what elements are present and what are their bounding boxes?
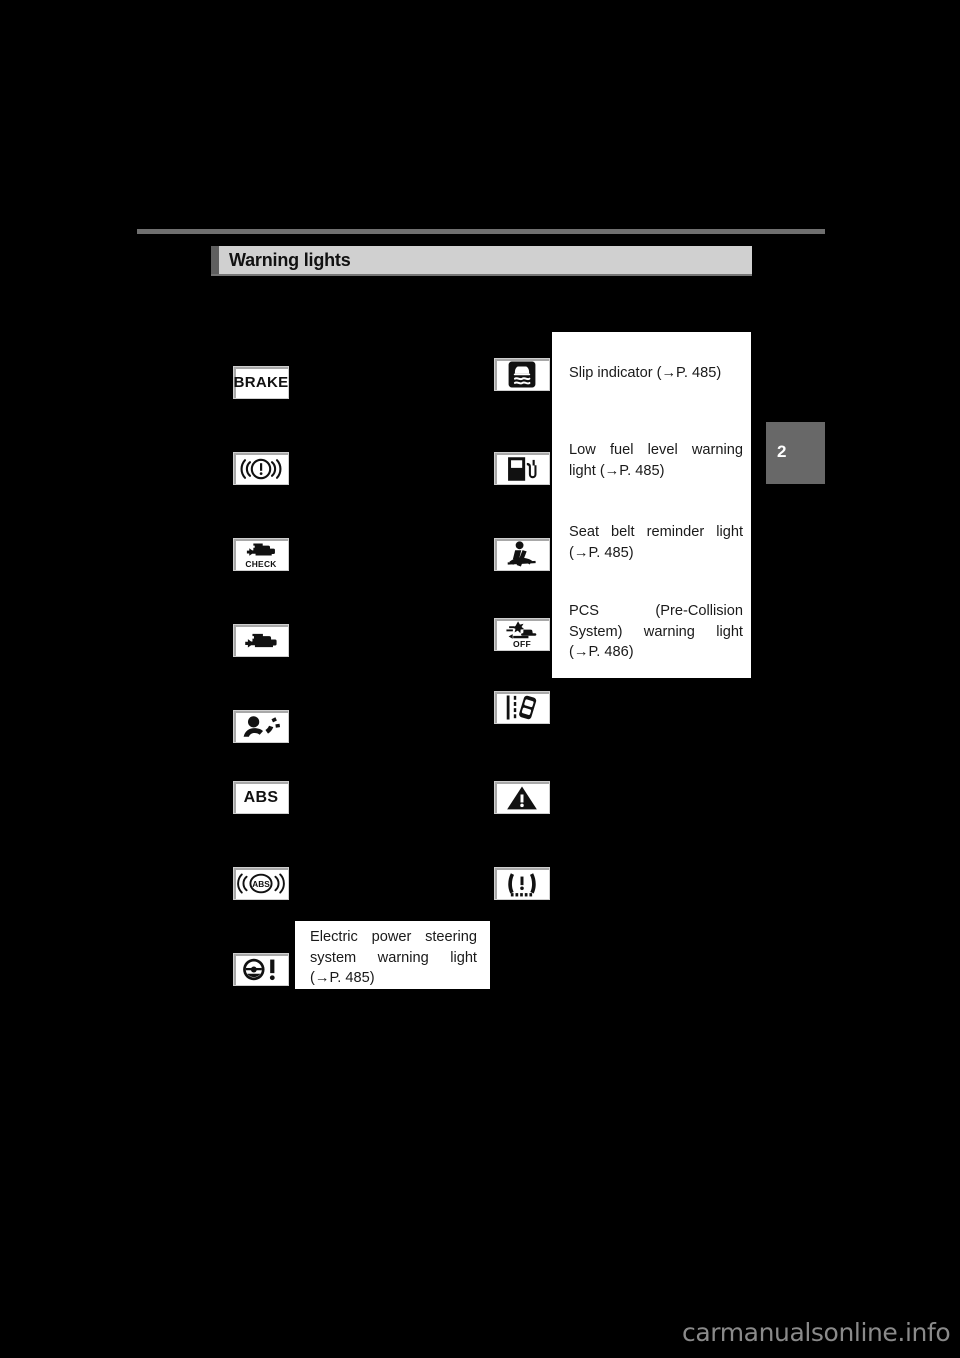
- brake-warning-light-icon: BRAKE: [233, 366, 289, 399]
- entry-electric-power-steering: Electric power steering system warning l…: [310, 929, 477, 986]
- pcs-off-label: OFF: [512, 638, 532, 649]
- brake-icon-label: BRAKE: [233, 374, 289, 391]
- engine-check-warning-light-icon: CHECK: [233, 538, 289, 571]
- seat-belt-reminder-icon: [494, 538, 550, 571]
- right-column-text-panel: Slip indicator (→P. 485) Low fuel level …: [552, 332, 751, 678]
- chapter-number: 2: [777, 442, 787, 461]
- low-fuel-level-warning-icon: [494, 452, 550, 485]
- section-title-bar: Warning lights: [211, 246, 752, 274]
- chapter-tab: 2: [766, 422, 825, 484]
- master-warning-light-icon: [494, 781, 550, 814]
- brake-assist-abs-warning-light-icon: ABS: [233, 867, 289, 900]
- section-title-marker: [211, 246, 219, 274]
- site-watermark: carmanualsonline.info: [682, 1318, 951, 1347]
- lda-lane-departure-alert-icon: [494, 691, 550, 724]
- page-title: Warning lights: [229, 250, 351, 270]
- eps-text-panel: Electric power steering system warning l…: [295, 921, 490, 989]
- electric-power-steering-warning-light-icon: [233, 953, 289, 986]
- svg-text:ABS: ABS: [252, 880, 270, 889]
- srs-airbag-warning-light-icon: [233, 710, 289, 743]
- slip-indicator-icon: [494, 358, 550, 391]
- abs-icon-label: ABS: [243, 788, 279, 806]
- entry-low-fuel: Low fuel level warning light (→P. 485): [569, 442, 743, 479]
- entry-pcs: PCS (Pre-Collision System) warning light…: [569, 603, 743, 660]
- brake-system-warning-light-icon: [233, 452, 289, 485]
- manual-page: Warning lights 2 BRAKE CHECK ABS ABS OFF…: [0, 0, 960, 1358]
- malfunction-indicator-lamp-icon: [233, 624, 289, 657]
- abs-warning-light-icon: ABS: [233, 781, 289, 814]
- tire-pressure-warning-light-icon: [494, 867, 550, 900]
- pcs-warning-light-icon: OFF: [494, 618, 550, 651]
- check-icon-label: CHECK: [245, 558, 277, 569]
- entry-slip-indicator: Slip indicator (→P. 485): [569, 365, 722, 381]
- section-divider-rule: [137, 229, 825, 234]
- entry-seat-belt: Seat belt reminder light (→P. 485): [569, 524, 743, 561]
